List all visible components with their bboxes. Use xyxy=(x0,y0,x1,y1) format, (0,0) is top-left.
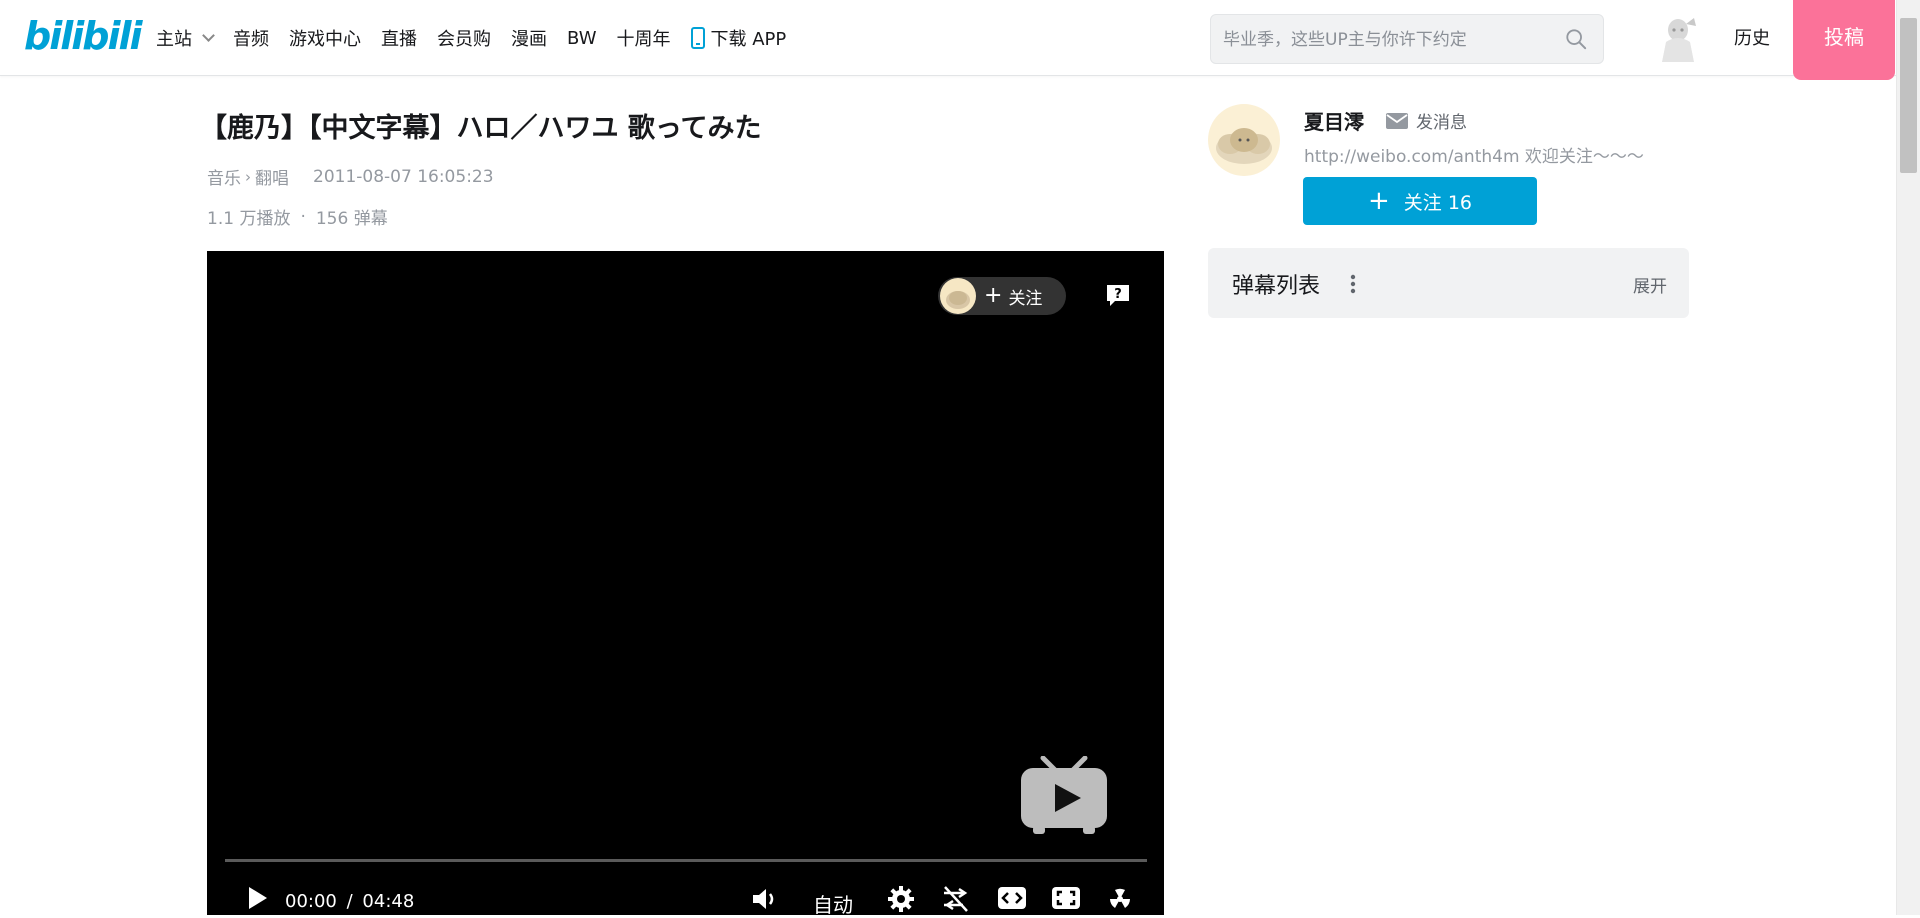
expand-button[interactable]: 展开 xyxy=(1633,272,1667,297)
nav-item-game-center[interactable]: 游戏中心 xyxy=(289,25,361,51)
main-nav: 主站 音频 游戏中心 直播 会员购 漫画 BW 十周年 下载 APP xyxy=(156,24,806,52)
play-count: 1.1 万播放 xyxy=(207,209,291,229)
nav-item-download-app[interactable]: 下载 APP xyxy=(690,25,787,51)
follow-button-label: 关注 16 xyxy=(1403,191,1472,214)
video-title: 【鹿乃】【中文字幕】ハロ／ハワユ 歌ってみた xyxy=(200,113,762,144)
video-player[interactable]: + 关注 ? 00:00 / 04:48 自动 xyxy=(207,251,1164,918)
follow-button[interactable]: + 关注 16 xyxy=(1303,177,1537,225)
danmaku-toggle-icon[interactable] xyxy=(941,885,971,913)
nav-item-label: 主站 xyxy=(156,29,192,50)
more-options-icon[interactable] xyxy=(1350,274,1356,294)
current-time: 00:00 xyxy=(285,891,337,912)
top-header: bilibili 主站 音频 游戏中心 直播 会员购 漫画 BW 十周年 下载 … xyxy=(0,0,1896,76)
player-follow-chip[interactable]: + 关注 xyxy=(938,277,1066,315)
time-display: 00:00 / 04:48 xyxy=(285,891,414,912)
nav-item-label: 会员购 xyxy=(437,29,491,50)
upload-button[interactable]: 投稿 xyxy=(1793,0,1895,80)
nav-item-main-site[interactable]: 主站 xyxy=(156,25,215,51)
chevron-down-icon xyxy=(202,28,215,42)
category-link[interactable]: 音乐 xyxy=(207,164,241,189)
search-icon[interactable] xyxy=(1565,28,1587,50)
radiation-icon[interactable] xyxy=(1105,883,1135,913)
settings-gear-icon[interactable] xyxy=(887,885,915,913)
nav-item-anniversary[interactable]: 十周年 xyxy=(617,25,671,51)
page-scrollbar[interactable] xyxy=(1896,0,1920,915)
uploader-name[interactable]: 夏目澪 xyxy=(1304,106,1364,135)
video-stats-row: 1.1 万播放 · 156 弹幕 xyxy=(207,204,388,230)
nav-item-live[interactable]: 直播 xyxy=(381,25,417,51)
breadcrumb-separator-icon: › xyxy=(245,167,251,186)
danmaku-list-title: 弹幕列表 xyxy=(1232,274,1321,299)
publish-date: 2011-08-07 16:05:23 xyxy=(313,166,494,187)
uploader-avatar[interactable] xyxy=(1208,104,1280,176)
volume-icon[interactable] xyxy=(751,887,779,911)
nav-item-manga[interactable]: 漫画 xyxy=(511,25,547,51)
nav-item-label: BW xyxy=(567,27,597,49)
time-separator: / xyxy=(346,891,353,912)
player-follow-label: 关注 xyxy=(1008,288,1043,309)
nav-item-audio[interactable]: 音频 xyxy=(233,25,269,51)
play-icon[interactable] xyxy=(245,885,269,911)
nav-item-label: 直播 xyxy=(381,29,417,50)
fullscreen-icon[interactable] xyxy=(1051,885,1081,911)
send-message-label: 发消息 xyxy=(1416,113,1467,133)
progress-bar[interactable] xyxy=(225,859,1147,862)
widescreen-icon[interactable] xyxy=(997,885,1027,911)
bilibili-logo[interactable]: bilibili xyxy=(24,10,143,62)
search-box xyxy=(1210,14,1604,64)
bilibili-tv-play-icon[interactable] xyxy=(1019,756,1109,838)
uploader-avatar-small xyxy=(940,278,976,314)
nav-item-label: 下载 APP xyxy=(710,29,787,50)
duration: 04:48 xyxy=(362,891,415,912)
danmaku-list-panel: 弹幕列表 展开 xyxy=(1208,248,1689,318)
plus-icon: + xyxy=(984,283,1003,308)
svg-text:?: ? xyxy=(1114,287,1122,302)
send-message-link[interactable]: 发消息 xyxy=(1386,108,1467,133)
danmaku-count: 156 弹幕 xyxy=(315,209,388,229)
nav-item-bw[interactable]: BW xyxy=(567,28,597,49)
history-link[interactable]: 历史 xyxy=(1734,24,1770,50)
subcategory-link[interactable]: 翻唱 xyxy=(255,164,289,189)
mail-icon xyxy=(1386,112,1408,129)
uploader-description: http://weibo.com/anth4m 欢迎关注～～～ xyxy=(1304,147,1644,167)
nav-item-label: 游戏中心 xyxy=(289,29,361,50)
player-controls: 00:00 / 04:48 自动 xyxy=(207,871,1164,918)
scrollbar-thumb[interactable] xyxy=(1900,18,1917,173)
nav-item-label: 音频 xyxy=(233,29,269,50)
video-category-row: 音乐 › 翻唱 2011-08-07 16:05:23 xyxy=(207,164,494,190)
search-input[interactable] xyxy=(1223,27,1553,53)
nav-item-mall[interactable]: 会员购 xyxy=(437,25,491,51)
phone-icon xyxy=(690,27,705,49)
nav-item-label: 十周年 xyxy=(616,29,671,50)
stats-separator: · xyxy=(300,206,306,227)
plus-icon: + xyxy=(1367,186,1390,216)
nav-item-label: 漫画 xyxy=(511,29,547,50)
help-icon[interactable]: ? xyxy=(1105,283,1131,307)
quality-selector[interactable]: 自动 xyxy=(813,889,853,918)
user-avatar[interactable] xyxy=(1656,16,1700,62)
